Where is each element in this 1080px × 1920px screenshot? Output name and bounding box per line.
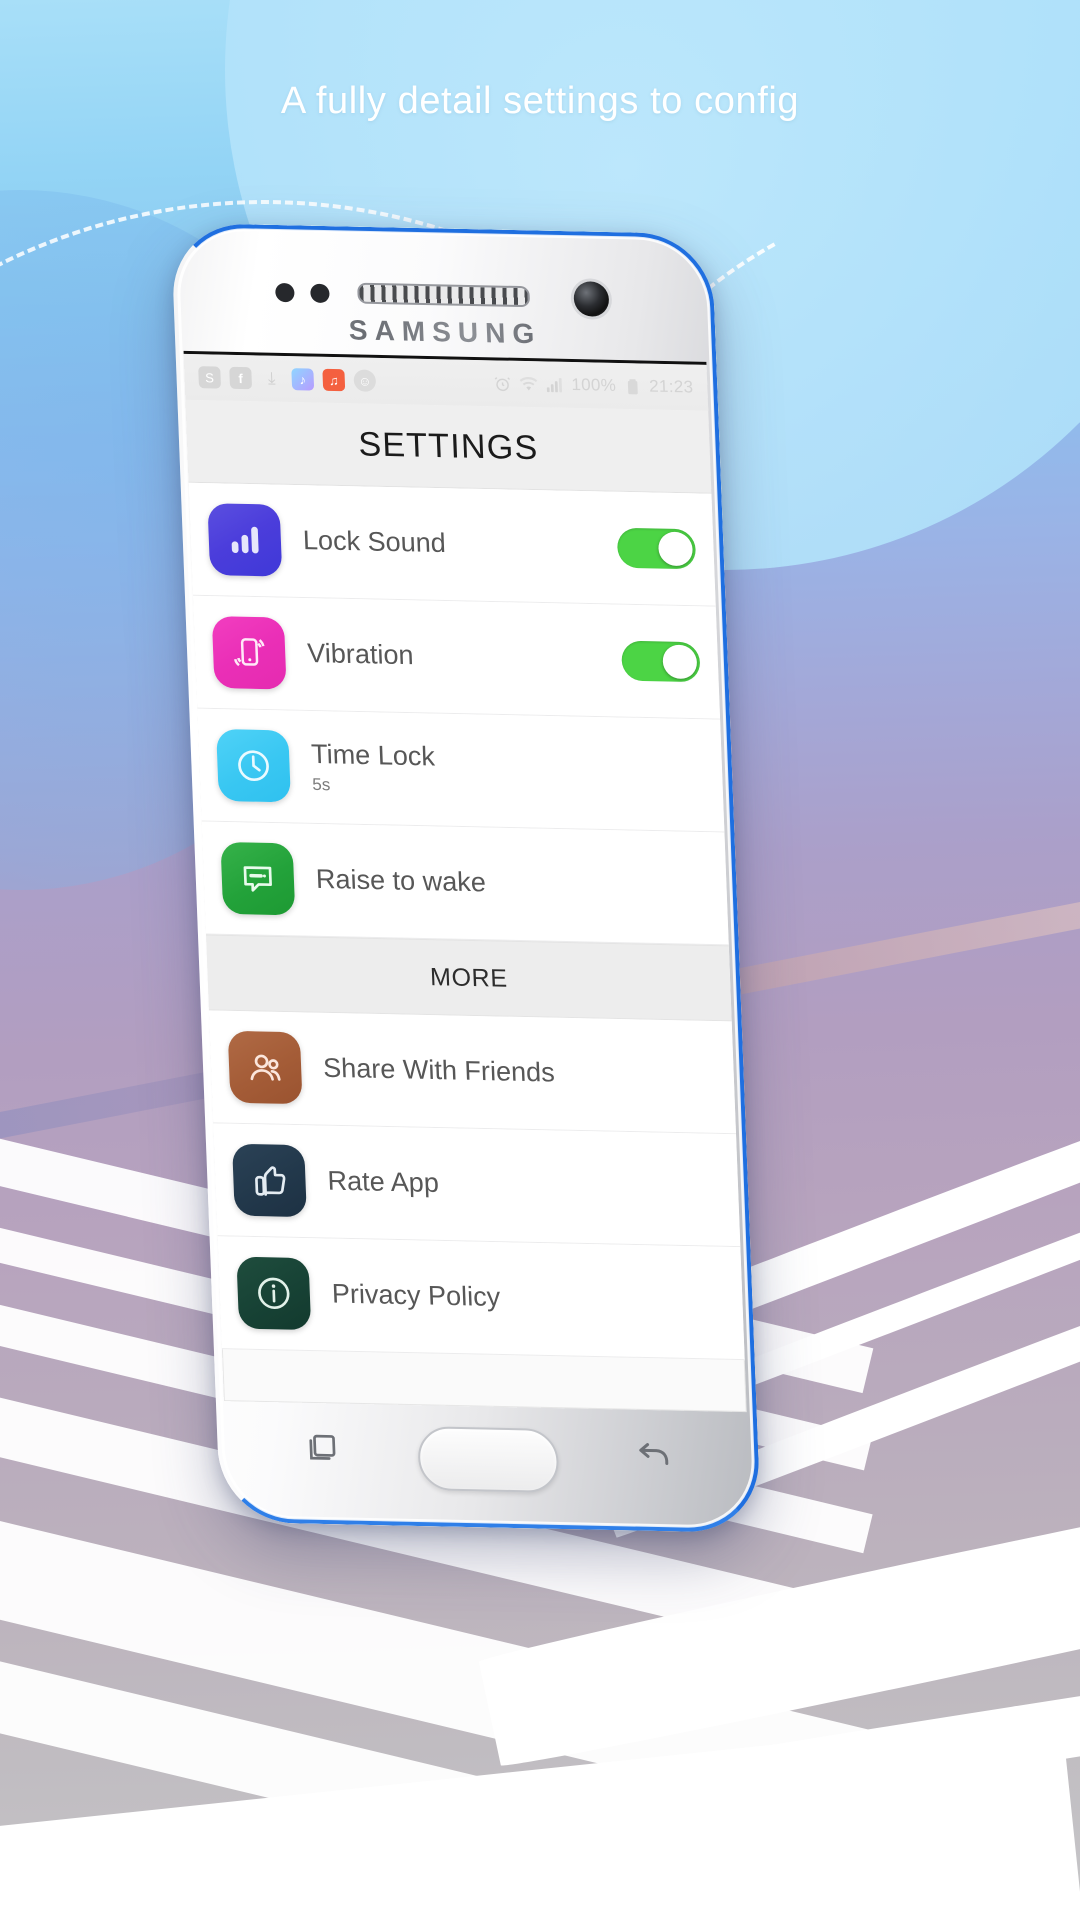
list-item-texts: Rate App	[327, 1166, 721, 1205]
status-bar-notifications: S f ⤓ ♪ ♫ ☺	[198, 366, 377, 392]
section-header-more: MORE	[205, 934, 732, 1022]
list-item-privacy-policy[interactable]: Privacy Policy	[217, 1236, 745, 1361]
phone-top-bezel: SAMSUNG	[171, 223, 717, 360]
phone-screen: S f ⤓ ♪ ♫ ☺ 100% 21:23 SETTINGS Lock Sou…	[183, 350, 747, 1413]
list-item-texts: Time Lock 5s	[311, 739, 706, 803]
proximity-sensor-icon	[275, 282, 295, 303]
phone-brand-label: SAMSUNG	[174, 311, 716, 354]
earpiece-speaker	[357, 282, 531, 308]
vibrating-phone-icon	[211, 616, 287, 690]
people-group-icon	[227, 1030, 303, 1105]
front-camera-icon	[573, 281, 610, 317]
music-notes-icon: ♫	[322, 368, 346, 392]
sound-bars-icon	[207, 503, 283, 577]
back-icon[interactable]	[631, 1434, 673, 1480]
settings-list: Lock Sound Vibration Time Lock 5s Raise …	[188, 482, 745, 1361]
light-sensor-icon	[310, 283, 330, 304]
list-item-title: Share With Friends	[322, 1053, 556, 1089]
status-bar-clock: 21:23	[648, 376, 694, 397]
list-item-title: Privacy Policy	[331, 1279, 501, 1313]
alarm-icon	[493, 374, 513, 393]
home-button[interactable]	[417, 1426, 560, 1494]
list-item-title: Raise to wake	[315, 864, 487, 898]
thumbs-up-icon	[232, 1143, 307, 1218]
facebook-icon: f	[229, 366, 253, 390]
list-item-title: Rate App	[326, 1166, 440, 1199]
list-item-texts: Vibration	[307, 638, 601, 675]
recents-icon[interactable]	[303, 1429, 343, 1473]
headline-text: A fully detail settings to config	[280, 80, 800, 122]
list-item-lock-sound[interactable]: Lock Sound	[188, 482, 716, 607]
list-item-raise-to-wake[interactable]: Raise to wake	[201, 821, 729, 946]
list-item-texts: Privacy Policy	[331, 1279, 725, 1318]
list-item-texts: Raise to wake	[315, 864, 709, 903]
toggle-knob	[657, 531, 694, 567]
toggle-vibration[interactable]	[621, 640, 701, 683]
list-item-texts: Share With Friends	[323, 1053, 717, 1092]
emoji-app-icon: ☺	[353, 369, 377, 392]
phone-body: SAMSUNG S f ⤓ ♪ ♫ ☺ 100% 21:23 SETTINGS …	[170, 222, 762, 1534]
status-bar-system: 100% 21:23	[493, 373, 694, 397]
list-item-time-lock[interactable]: Time Lock 5s	[197, 708, 725, 833]
clock-icon	[216, 728, 291, 803]
music-app-icon: ♪	[291, 368, 315, 391]
app-header: SETTINGS	[185, 399, 712, 494]
list-item-subtitle: 5s	[311, 774, 331, 795]
info-icon	[236, 1256, 312, 1331]
list-item-title: Vibration	[306, 638, 415, 671]
download-icon: ⤓	[267, 368, 276, 388]
list-item-texts: Lock Sound	[302, 526, 596, 563]
skype-icon: S	[198, 366, 222, 389]
battery-percent-label: 100%	[571, 374, 617, 395]
section-header-label: MORE	[429, 962, 509, 993]
list-item-title: Time Lock	[310, 738, 436, 772]
phone-mockup: SAMSUNG S f ⤓ ♪ ♫ ☺ 100% 21:23 SETTINGS …	[170, 222, 762, 1534]
wifi-icon	[519, 374, 539, 393]
toggle-knob	[662, 644, 698, 680]
battery-full-icon	[623, 377, 643, 396]
message-bubble-icon	[220, 841, 296, 916]
list-item-vibration[interactable]: Vibration	[192, 595, 721, 720]
cellular-signal-icon	[545, 375, 565, 394]
list-item-share-with-friends[interactable]: Share With Friends	[208, 1010, 737, 1135]
page-title: SETTINGS	[357, 424, 540, 467]
list-item-title: Lock Sound	[302, 525, 447, 559]
toggle-lock-sound[interactable]	[616, 527, 697, 570]
list-item-rate-app[interactable]: Rate App	[213, 1123, 741, 1248]
